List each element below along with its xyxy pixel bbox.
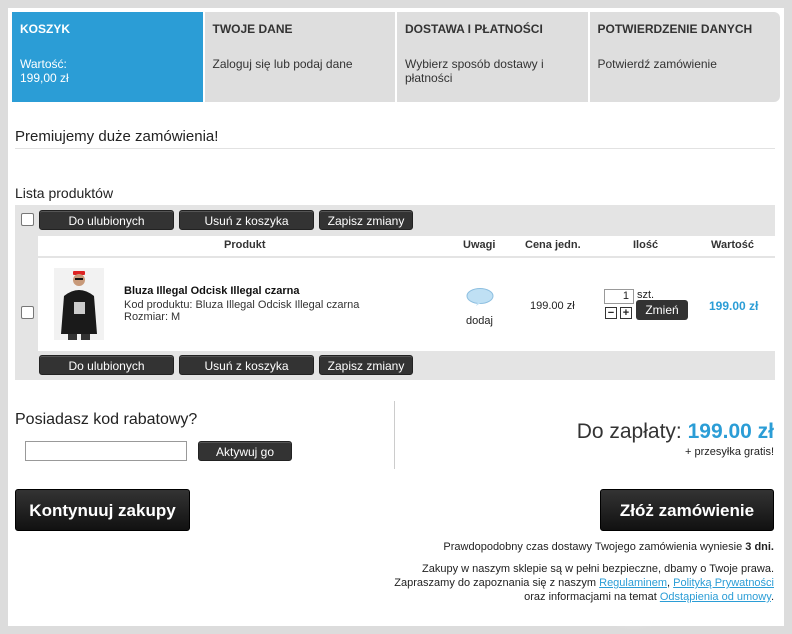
col-notes: Uwagi <box>463 239 496 251</box>
plus-icon[interactable]: + <box>620 307 632 319</box>
product-size: Rozmiar: M <box>124 311 181 323</box>
favorites-button-top[interactable]: Do ulubionych <box>39 210 174 230</box>
product-name[interactable]: Bluza Illegal Odcisk Illegal czarna <box>124 285 299 297</box>
coupon-input[interactable] <box>25 441 187 461</box>
checkout-steps: KOSZYK Wartość: 199,00 zł TWOJE DANE Zal… <box>12 12 780 102</box>
step-desc: Potwierdź zamówienie <box>597 57 717 71</box>
step-title: TWOJE DANE <box>212 22 293 36</box>
activate-coupon-button[interactable]: Aktywuj go <box>198 441 292 461</box>
step-desc: Wybierz sposób dostawy i płatności <box>405 57 544 85</box>
product-list-title: Lista produktów <box>15 185 114 201</box>
total-label: Do zapłaty: <box>576 420 682 443</box>
comment-bubble-icon[interactable] <box>466 288 494 306</box>
cart-panel: KOSZYK Wartość: 199,00 zł TWOJE DANE Zal… <box>8 8 784 626</box>
col-product: Produkt <box>224 239 266 251</box>
coupon-title: Posiadasz kod rabatowy? <box>15 411 198 428</box>
table-header: Produkt Uwagi Cena jedn. Ilość Wartość <box>38 236 775 256</box>
divider <box>15 148 775 149</box>
terms-link[interactable]: Regulaminem <box>599 577 667 589</box>
withdrawal-link[interactable]: Odstąpienia od umowy <box>660 591 771 603</box>
delivery-days: 3 dni. <box>745 541 774 553</box>
product-table: Do ulubionych Usuń z koszyka Zapisz zmia… <box>15 205 775 380</box>
row-checkbox[interactable] <box>21 306 34 319</box>
continue-shopping-button[interactable]: Kontynuuj zakupy <box>15 489 190 531</box>
unit-price: 199.00 zł <box>530 300 575 312</box>
favorites-button-bottom[interactable]: Do ulubionych <box>39 355 174 375</box>
vertical-divider <box>394 401 395 469</box>
step-title: POTWIERDZENIE DANYCH <box>597 22 753 36</box>
place-order-button[interactable]: Złóż zamówienie <box>600 489 774 531</box>
cart-value: Wartość: 199,00 zł <box>20 57 69 85</box>
add-note-link[interactable]: dodaj <box>466 315 493 327</box>
step-desc: Zaloguj się lub podaj dane <box>212 57 353 71</box>
total-amount: 199.00 zł <box>687 420 774 443</box>
safety-note: Zakupy w naszym sklepie są w pełni bezpi… <box>422 563 774 575</box>
step-title: DOSTAWA I PŁATNOŚCI <box>405 22 543 36</box>
shipping-note: + przesyłka gratis! <box>685 446 774 458</box>
info-text: oraz informacjami na temat <box>524 591 657 603</box>
row-value: 199.00 zł <box>709 299 759 313</box>
withdrawal-note: oraz informacjami na temat Odstąpienia o… <box>524 591 774 603</box>
step-your-data[interactable]: TWOJE DANE Zaloguj się lub podaj dane <box>204 12 395 102</box>
invite-text: Zapraszamy do zapoznania się z naszym <box>394 577 597 589</box>
col-value: Wartość <box>711 239 754 251</box>
change-qty-button[interactable]: Zmień <box>636 300 688 320</box>
product-code: Kod produktu: Bluza Illegal Odcisk Illeg… <box>124 299 360 311</box>
quantity-input[interactable]: 1 <box>604 289 634 304</box>
step-delivery[interactable]: DOSTAWA I PŁATNOŚCI Wybierz sposób dosta… <box>397 12 588 102</box>
table-row: Bluza Illegal Odcisk Illegal czarna Kod … <box>38 258 775 351</box>
remove-button-bottom[interactable]: Usuń z koszyka <box>179 355 314 375</box>
step-title: KOSZYK <box>20 22 71 36</box>
delivery-text: Prawdopodobny czas dostawy Twojego zamów… <box>443 541 743 553</box>
delivery-time-note: Prawdopodobny czas dostawy Twojego zamów… <box>443 541 774 553</box>
product-image[interactable] <box>54 268 104 340</box>
privacy-link[interactable]: Polityką Prywatności <box>673 577 774 589</box>
save-changes-button-bottom[interactable]: Zapisz zmiany <box>319 355 413 375</box>
step-confirmation[interactable]: POTWIERDZENIE DANYCH Potwierdź zamówieni… <box>589 12 780 102</box>
col-qty: Ilość <box>633 239 659 251</box>
terms-note: Zapraszamy do zapoznania się z naszym Re… <box>394 577 774 589</box>
total-to-pay: Do zapłaty: 199.00 zł <box>577 420 774 444</box>
promo-heading: Premiujemy duże zamówienia! <box>15 128 219 145</box>
remove-button-top[interactable]: Usuń z koszyka <box>179 210 314 230</box>
step-cart[interactable]: KOSZYK Wartość: 199,00 zł <box>12 12 203 102</box>
save-changes-button-top[interactable]: Zapisz zmiany <box>319 210 413 230</box>
select-all-checkbox[interactable] <box>21 213 34 226</box>
minus-icon[interactable]: − <box>605 307 617 319</box>
col-unit-price: Cena jedn. <box>525 239 581 251</box>
